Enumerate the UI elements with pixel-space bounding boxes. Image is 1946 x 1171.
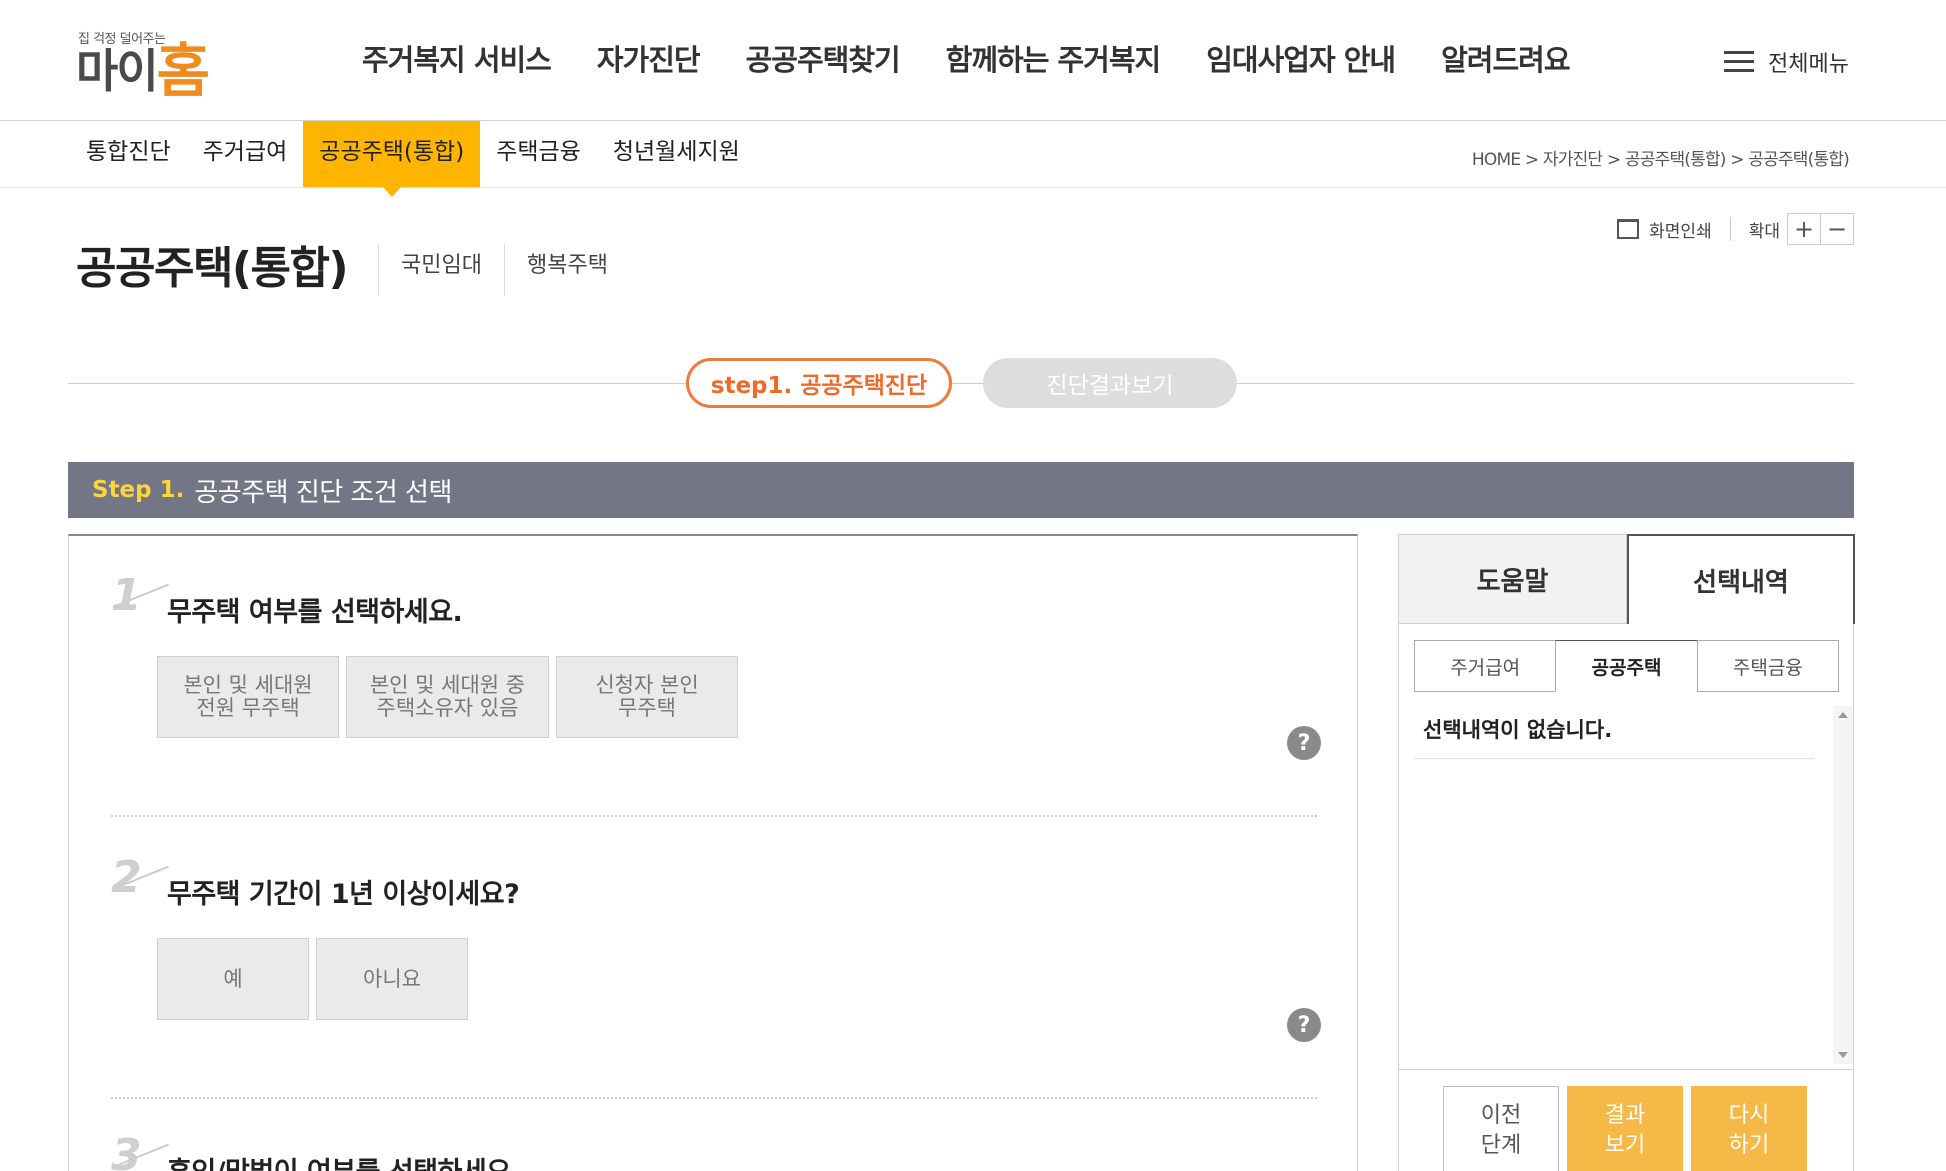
question-divider	[111, 1097, 1317, 1099]
printer-icon[interactable]	[1617, 219, 1640, 239]
panel-divider	[1399, 1069, 1853, 1070]
tab-selection-history[interactable]: 선택내역	[1627, 534, 1855, 624]
logo-name-part2: 홈	[156, 37, 210, 105]
button-line: 하기	[1728, 1133, 1770, 1158]
sub-nav: 통합진단 주거급여 공공주택(통합) 주택금융 청년월세지원 HOME > 자가…	[0, 121, 1946, 197]
zoom-label: 확대	[1748, 221, 1780, 242]
site-logo[interactable]: 집 걱정 덜어주는 마이홈	[76, 20, 236, 100]
step-result[interactable]: 진단결과보기	[983, 358, 1237, 408]
help-icon[interactable]: ?	[1287, 726, 1321, 760]
scroll-up-icon[interactable]	[1838, 712, 1848, 718]
section-bar: Step 1. 공공주택 진단 조건 선택	[68, 462, 1854, 518]
button-line: 이전	[1480, 1103, 1522, 1128]
global-nav: 주거복지 서비스 자가진단 공공주택찾기 함께하는 주거복지 임대사업자 안내 …	[362, 38, 1616, 82]
option-applicant-no-house[interactable]: 신청자 본인 무주택	[556, 656, 738, 738]
lnb-tab-housing-finance[interactable]: 주택금융	[480, 121, 597, 187]
section-step-label: Step 1.	[92, 477, 185, 503]
title-links: 국민임대 행복주택	[378, 244, 630, 296]
restart-button[interactable]: 다시하기	[1691, 1086, 1807, 1171]
section-title: 공공주택 진단 조건 선택	[194, 477, 452, 508]
print-label[interactable]: 화면인쇄	[1649, 217, 1712, 242]
side-panel: 도움말 선택내역 주거급여 공공주택 주택금융 선택내역이 없습니다. 이전단계…	[1398, 534, 1855, 1171]
lnb-tab-public-housing[interactable]: 공공주택(통합)	[303, 121, 481, 197]
question-text: 무주택 여부를 선택하세요.	[167, 597, 463, 628]
gnb-together-welfare[interactable]: 함께하는 주거복지	[946, 38, 1162, 82]
button-line: 단계	[1480, 1133, 1522, 1158]
step-current[interactable]: step1. 공공주택진단	[686, 358, 952, 408]
option-line: 본인 및 세대원 중	[369, 673, 526, 697]
gnb-housing-welfare[interactable]: 주거복지 서비스	[362, 38, 552, 82]
gnb-self-diagnosis[interactable]: 자가진단	[596, 38, 701, 82]
step-line	[68, 383, 1854, 384]
lnb-tab-housing-benefit[interactable]: 주거급여	[187, 121, 304, 187]
question-panel: 1 무주택 여부를 선택하세요. 본인 및 세대원 전원 무주택 본인 및 세대원…	[68, 534, 1358, 1171]
selection-empty-text: 선택내역이 없습니다.	[1423, 718, 1613, 742]
subtab-housing-finance[interactable]: 주택금융	[1696, 640, 1839, 692]
option-no[interactable]: 아니요	[316, 938, 468, 1020]
prev-step-button[interactable]: 이전단계	[1443, 1086, 1559, 1171]
zoom-in-button[interactable]: +	[1787, 213, 1821, 245]
scroll-down-icon[interactable]	[1838, 1052, 1848, 1058]
option-yes[interactable]: 예	[157, 938, 309, 1020]
subtab-housing-benefit[interactable]: 주거급여	[1414, 640, 1557, 692]
button-line: 다시	[1728, 1103, 1770, 1128]
button-line: 결과	[1604, 1103, 1646, 1128]
lnb-tab-integrated[interactable]: 통합진단	[70, 121, 187, 187]
option-line: 무주택	[618, 696, 676, 720]
question-2: 2 무주택 기간이 1년 이상이세요? 예 아니요	[111, 856, 1317, 1020]
button-line: 보기	[1604, 1133, 1646, 1158]
question-divider	[111, 815, 1317, 817]
subtab-public-housing[interactable]: 공공주택	[1555, 640, 1698, 692]
option-member-owns-house[interactable]: 본인 및 세대원 중 주택소유자 있음	[346, 656, 549, 738]
option-line: 본인 및 세대원	[183, 673, 313, 697]
tab-help[interactable]: 도움말	[1399, 534, 1627, 624]
page-title: 공공주택(통합)	[76, 243, 349, 294]
link-national-rental[interactable]: 국민임대	[378, 244, 504, 296]
page-tools: 화면인쇄 확대 + −	[1617, 213, 1854, 245]
all-menu-label: 전체메뉴	[1768, 52, 1849, 77]
option-all-no-house[interactable]: 본인 및 세대원 전원 무주택	[157, 656, 339, 738]
all-menu-button[interactable]: 전체메뉴	[1724, 46, 1849, 78]
option-line: 전원 무주택	[196, 696, 300, 720]
gnb-notices[interactable]: 알려드려요	[1441, 38, 1570, 82]
question-1: 1 무주택 여부를 선택하세요. 본인 및 세대원 전원 무주택 본인 및 세대원…	[111, 574, 1317, 738]
gnb-find-public-housing[interactable]: 공공주택찾기	[746, 38, 901, 82]
help-icon[interactable]: ?	[1287, 1008, 1321, 1042]
logo-wordmark: 마이홈	[76, 42, 210, 100]
logo-name-part1: 마이	[76, 44, 159, 98]
zoom-out-button[interactable]: −	[1820, 213, 1854, 245]
hamburger-icon	[1724, 51, 1754, 73]
breadcrumb: HOME > 자가진단 > 공공주택(통합) > 공공주택(통합)	[1471, 150, 1850, 170]
gnb-landlord-guide[interactable]: 임대사업자 안내	[1206, 38, 1396, 82]
link-happy-housing[interactable]: 행복주택	[503, 244, 630, 296]
option-line: 신청자 본인	[595, 673, 699, 697]
tools-divider	[1729, 217, 1731, 241]
view-result-button[interactable]: 결과보기	[1567, 1086, 1683, 1171]
selection-scrollbar[interactable]	[1833, 706, 1853, 1064]
option-line: 주택소유자 있음	[376, 696, 519, 720]
lnb-tab-youth-rent[interactable]: 청년월세지원	[597, 121, 756, 187]
selection-divider	[1415, 758, 1813, 759]
question-text: 무주택 기간이 1년 이상이세요?	[167, 879, 520, 910]
question-3: 3 혼인/맞벌이 여부를 선택하세요.	[111, 1134, 1317, 1171]
question-text: 혼인/맞벌이 여부를 선택하세요.	[167, 1150, 521, 1171]
site-header: 집 걱정 덜어주는 마이홈 주거복지 서비스 자가진단 공공주택찾기 함께하는 …	[0, 0, 1946, 121]
